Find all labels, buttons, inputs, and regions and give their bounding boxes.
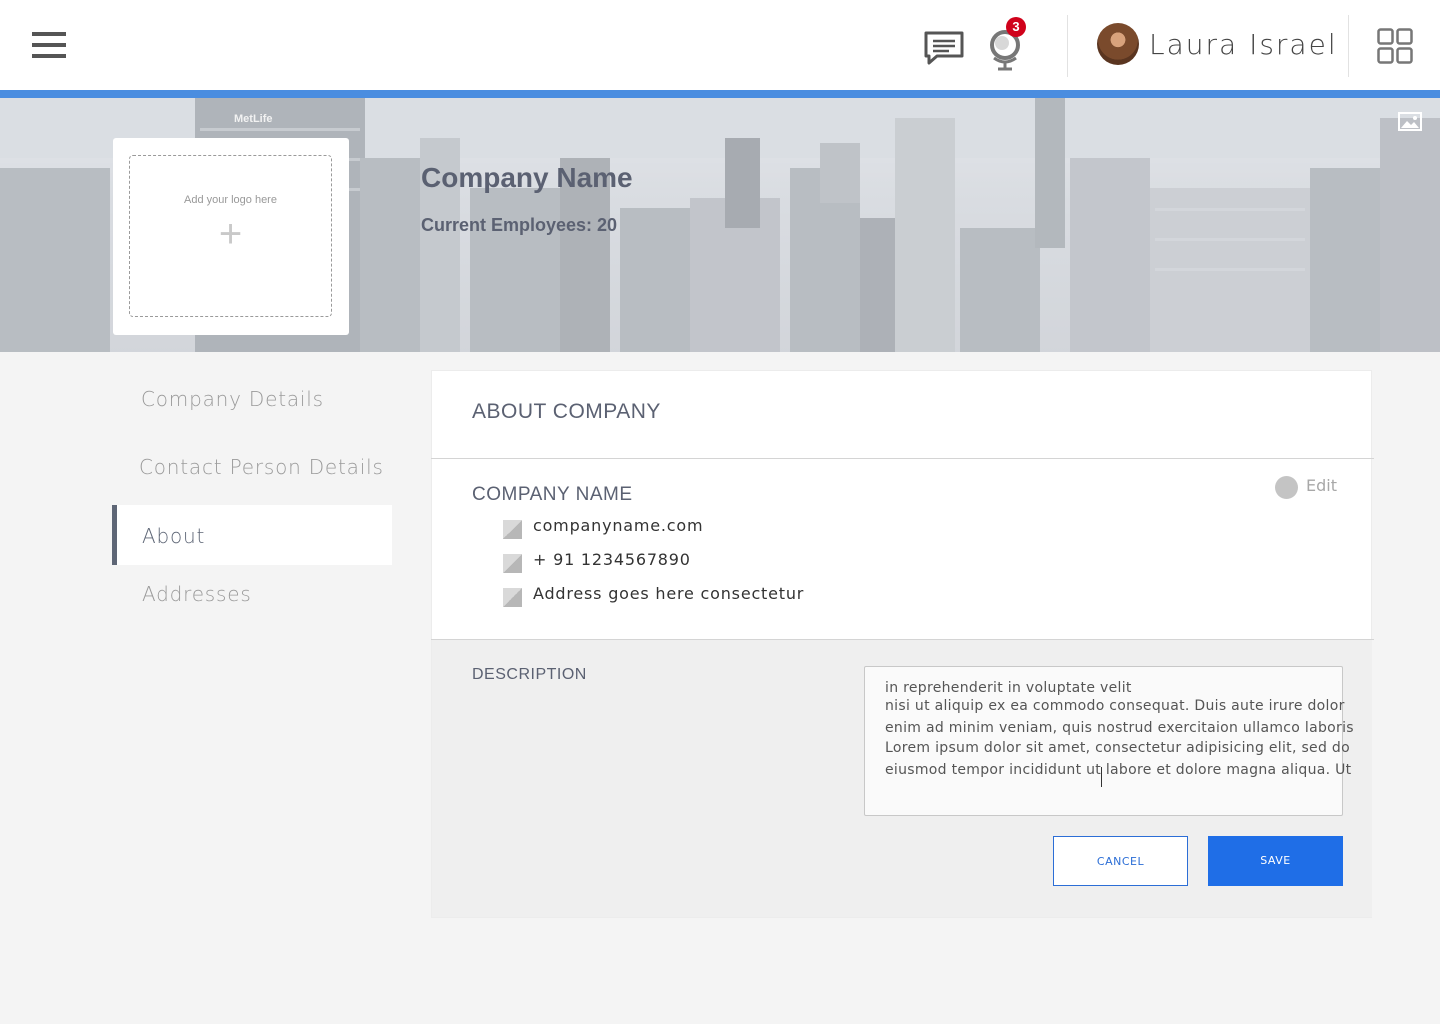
user-name[interactable]: Laura Israel	[1149, 28, 1338, 61]
cancel-button[interactable]: CANCEL	[1053, 836, 1188, 886]
sidebar-item-label: Contact Person Details	[139, 455, 384, 479]
sidebar-item-addresses[interactable]: Addresses	[112, 563, 392, 623]
description-line: Lorem ipsum dolor sit amet, consectetur …	[885, 740, 1350, 756]
text-cursor	[1101, 767, 1102, 787]
add-logo-icon[interactable]: +	[129, 212, 332, 256]
logo-hint: Add your logo here	[184, 194, 277, 206]
menu-icon[interactable]	[32, 32, 66, 58]
website-icon	[503, 520, 522, 539]
employee-count: Current Employees: 20	[421, 215, 618, 235]
apps-grid-icon[interactable]	[1377, 28, 1413, 64]
company-name-label: COMPANY NAME	[472, 484, 633, 505]
sidebar-item-label: About	[142, 524, 206, 548]
sidebar-item-about[interactable]: About	[112, 505, 392, 565]
sidebar-item-label: Company Details	[141, 387, 324, 411]
company-website: companyname.com	[533, 516, 704, 535]
company-title: Company Name	[421, 162, 633, 193]
edit-icon[interactable]	[1275, 476, 1298, 499]
description-textarea[interactable]: in reprehenderit in voluptate velit nisi…	[864, 666, 1354, 816]
sidebar-item-contact-person-details[interactable]: Contact Person Details	[112, 436, 392, 496]
description-line: eiusmod tempor incididunt ut labore et d…	[885, 762, 1352, 778]
divider	[1348, 15, 1349, 77]
change-cover-image-icon[interactable]	[1398, 112, 1422, 131]
building-sign: MetLife	[234, 113, 273, 125]
divider	[431, 458, 1374, 459]
edit-button[interactable]: Edit	[1306, 476, 1337, 495]
description-line: in reprehenderit in voluptate velit	[885, 680, 1132, 696]
company-address: Address goes here consectetur	[533, 584, 805, 603]
description-line: nisi ut aliquip ex ea commodo consequat.…	[885, 698, 1345, 714]
avatar[interactable]	[1097, 23, 1139, 65]
sidebar-item-company-details[interactable]: Company Details	[112, 368, 392, 428]
description-label: DESCRIPTION	[472, 666, 587, 683]
top-header: 3 Laura Israel	[0, 0, 1440, 90]
company-phone: + 91 1234567890	[533, 550, 691, 569]
address-icon	[503, 588, 522, 607]
header-accent-bar	[0, 90, 1440, 98]
description-line: enim ad minim veniam, quis nostrud exerc…	[885, 720, 1354, 736]
notification-badge: 3	[1006, 17, 1026, 37]
save-button[interactable]: SAVE	[1208, 836, 1343, 886]
phone-icon	[503, 554, 522, 573]
chat-icon[interactable]	[923, 30, 965, 66]
sidebar-item-label: Addresses	[142, 582, 252, 606]
divider	[1067, 15, 1068, 77]
card-title: ABOUT COMPANY	[472, 400, 661, 423]
